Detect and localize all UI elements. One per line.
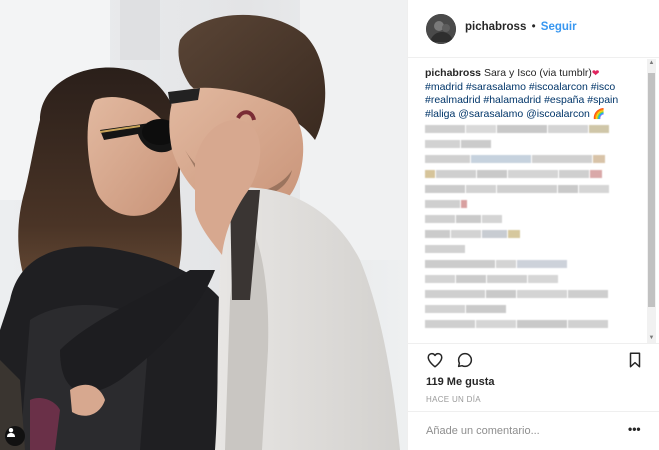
comment-bubble-icon[interactable] [456, 351, 474, 369]
post-photo[interactable] [0, 0, 407, 450]
post-header: pichabross • Seguir [408, 0, 659, 58]
censored-line [425, 230, 635, 238]
heart-outline-icon[interactable] [426, 351, 444, 369]
post-actions [408, 343, 659, 373]
censored-line [425, 155, 635, 163]
header-username[interactable]: pichabross [465, 21, 526, 33]
censored-line [425, 215, 635, 223]
censored-line [425, 275, 635, 283]
scroll-thumb[interactable] [648, 73, 655, 307]
caption-hashtags-line1[interactable]: #madrid #sarasalamo #iscoalarcon #isco [425, 81, 615, 93]
scroll-up-arrow-icon[interactable]: ▲ [647, 59, 656, 68]
post-side-panel: pichabross • Seguir pichabross Sara y Is… [407, 0, 659, 450]
censored-line [425, 185, 635, 193]
caption: pichabross Sara y Isco (via tumblr)❤ #ma… [425, 67, 645, 121]
more-options-icon[interactable]: ••• [628, 423, 641, 435]
censored-line [425, 125, 635, 133]
comment-box: ••• [408, 411, 659, 450]
censored-comments [425, 125, 635, 335]
censored-line [425, 320, 635, 328]
follow-button[interactable]: Seguir [541, 21, 577, 33]
caption-text: Sara y Isco (via tumblr) [483, 67, 592, 79]
censored-line [425, 170, 635, 178]
post-timestamp[interactable]: HACE UN DÍA [426, 395, 481, 404]
rainbow-emoji-icon: 🌈 [592, 108, 606, 120]
censored-line [425, 140, 635, 148]
caption-area: pichabross Sara y Isco (via tumblr)❤ #ma… [408, 59, 659, 341]
avatar[interactable] [426, 14, 456, 44]
header-separator: • [531, 21, 536, 33]
bookmark-icon[interactable] [626, 351, 644, 369]
header-text: pichabross • Seguir [465, 21, 577, 33]
user-tag-icon[interactable] [5, 426, 25, 446]
caption-username[interactable]: pichabross [425, 67, 481, 79]
comment-input[interactable] [426, 422, 616, 440]
censored-line [425, 260, 635, 268]
caption-hashtags-line3[interactable]: #laliga @sarasalamo @iscoalarcon [425, 108, 590, 120]
likes-count[interactable]: 119 Me gusta [426, 376, 494, 388]
censored-line [425, 290, 635, 298]
censored-line [425, 200, 635, 208]
heart-emoji-icon: ❤ [591, 68, 600, 78]
scroll-down-arrow-icon[interactable]: ▼ [647, 334, 656, 343]
caption-scrollbar[interactable]: ▲ ▼ [647, 59, 656, 343]
caption-hashtags-line2[interactable]: #realmadrid #halamadrid #españa #spain [425, 94, 618, 106]
photo-illustration [0, 0, 407, 450]
censored-line [425, 245, 635, 253]
censored-line [425, 305, 635, 313]
